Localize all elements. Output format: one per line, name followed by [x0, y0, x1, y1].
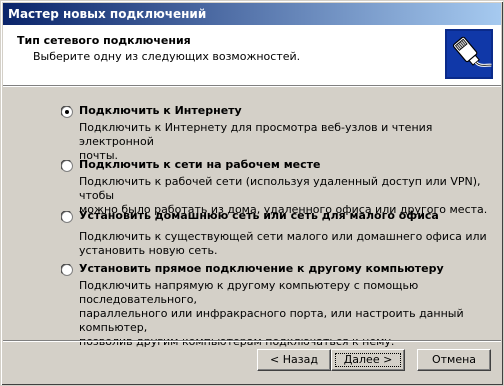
- footer-separator: [3, 340, 501, 342]
- title-bar[interactable]: Мастер новых подключений: [3, 3, 501, 25]
- desc-line: Подключить к Интернету для просмотра веб…: [79, 121, 433, 148]
- option-home-network-title[interactable]: Установить домашнюю сеть или сеть для ма…: [79, 209, 439, 222]
- desc-line: Подключить к существующей сети малого ил…: [79, 230, 487, 243]
- network-cable-icon: [445, 29, 493, 79]
- option-workplace-title[interactable]: Подключить к сети на рабочем месте: [79, 158, 321, 171]
- desc-line: позволив другим компьютерам подключаться…: [79, 335, 395, 348]
- desc-line: параллельного или инфракрасного порта, и…: [79, 307, 464, 334]
- radio-workplace[interactable]: [61, 160, 73, 172]
- desc-line: установить новую сеть.: [79, 244, 218, 257]
- radio-home-network[interactable]: [61, 211, 73, 223]
- wizard-window: Мастер новых подключений Тип сетевого по…: [0, 0, 504, 386]
- radio-direct-connection[interactable]: [61, 264, 73, 276]
- option-internet-title[interactable]: Подключить к Интернету: [79, 104, 242, 117]
- cancel-button-label: Отмена: [431, 353, 477, 366]
- option-direct-connection-desc: Подключить напрямую к другому компьютеру…: [79, 279, 489, 349]
- desc-line: Подключить к рабочей сети (используя уда…: [79, 175, 481, 202]
- back-button[interactable]: < Назад: [257, 349, 331, 371]
- desc-line: Подключить напрямую к другому компьютеру…: [79, 279, 419, 306]
- option-internet-desc: Подключить к Интернету для просмотра веб…: [79, 121, 489, 163]
- header-subtitle: Выберите одну из следующих возможностей.: [33, 50, 301, 63]
- header-separator: [3, 85, 501, 87]
- next-button[interactable]: Далее >: [331, 349, 405, 371]
- back-button-label: < Назад: [270, 353, 318, 366]
- header-title: Тип сетевого подключения: [17, 34, 191, 47]
- focus-rect: [335, 353, 401, 367]
- option-home-network-desc: Подключить к существующей сети малого ил…: [79, 230, 489, 258]
- radio-internet[interactable]: [61, 106, 73, 118]
- cancel-button[interactable]: Отмена: [417, 349, 491, 371]
- wizard-header: Тип сетевого подключения Выберите одну и…: [3, 25, 501, 85]
- option-direct-connection-title[interactable]: Установить прямое подключение к другому …: [79, 262, 444, 275]
- window-title: Мастер новых подключений: [8, 7, 207, 21]
